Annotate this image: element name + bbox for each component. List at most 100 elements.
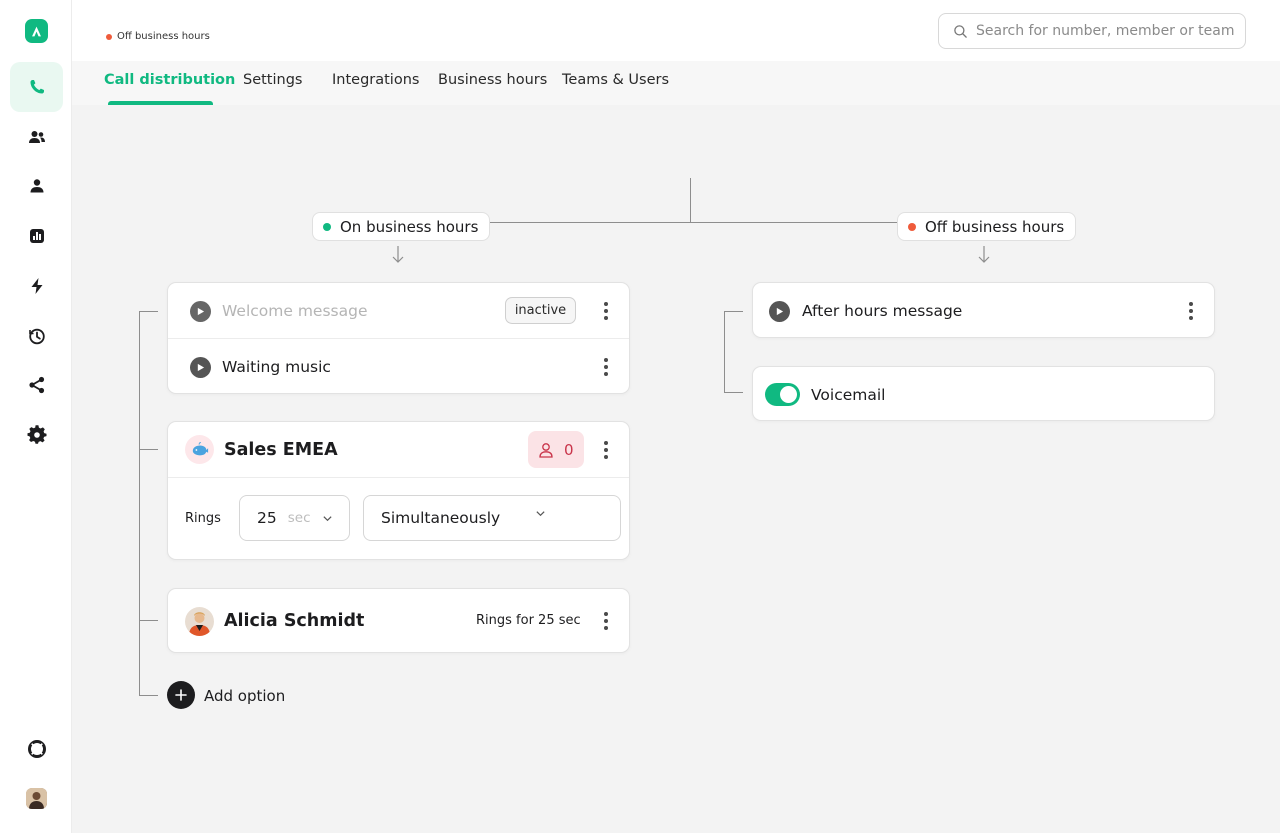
tabs-bar: Call distribution Settings Integrations … [72, 61, 1280, 105]
on-business-hours-pill: On business hours [312, 212, 491, 241]
app-logo[interactable] [25, 19, 48, 43]
sidebar-item-calls[interactable] [10, 62, 63, 112]
connector-branch [139, 311, 158, 312]
connector-branch [139, 449, 158, 450]
after-hours-row[interactable]: After hours message [753, 283, 1214, 339]
status-dot [908, 222, 916, 231]
logo-icon [32, 26, 41, 36]
off-business-hours-pill: Off business hours [897, 212, 1077, 241]
connector-split [483, 222, 899, 223]
user-icon [30, 179, 43, 193]
team-name: Sales EMEA [224, 439, 338, 460]
lightning-icon [31, 278, 42, 294]
connector-tree-right [724, 311, 725, 393]
ring-strategy-select[interactable]: Simultaneously [363, 495, 621, 541]
add-option-button[interactable] [167, 681, 195, 709]
member-count: 0 [564, 440, 574, 459]
user-outline-icon [539, 442, 553, 458]
phone-icon [30, 80, 44, 94]
messages-card: Welcome message inactive Waiting music [167, 282, 630, 394]
active-tab-indicator [108, 101, 213, 105]
sidebar-item-analytics[interactable] [10, 211, 63, 261]
more-options-icon[interactable] [1189, 302, 1193, 320]
header: Off business hours Search for number, me… [72, 0, 1280, 105]
tab-settings[interactable]: Settings [243, 72, 302, 88]
more-options-icon[interactable] [604, 612, 608, 630]
team-icon [28, 131, 45, 143]
ring-duration-value: 25 [257, 509, 277, 527]
search-placeholder: Search for number, member or team [976, 23, 1235, 39]
status-dot [106, 33, 112, 40]
status-dot [323, 222, 331, 231]
play-triangle-icon [197, 363, 205, 371]
status-badge: inactive [505, 297, 576, 324]
divider [168, 477, 629, 478]
team-card: Sales EMEA 0 Rings 25 sec Simultaneously [167, 421, 630, 560]
analytics-icon [29, 229, 44, 243]
more-options-icon[interactable] [604, 302, 608, 320]
connector-branch [724, 311, 743, 312]
connector-root [690, 178, 691, 223]
gear-icon [27, 425, 46, 444]
team-avatar [185, 435, 214, 464]
sidebar-item-settings[interactable] [10, 410, 63, 460]
member-photo [189, 611, 210, 636]
rings-label: Rings [185, 511, 221, 526]
status-text: Off business hours [117, 31, 210, 42]
connector-branch [139, 695, 158, 696]
sidebar-item-automations[interactable] [10, 261, 63, 311]
sidebar [0, 0, 72, 833]
after-hours-card: After hours message [752, 282, 1215, 338]
avatar-image [26, 788, 47, 809]
tab-integrations[interactable]: Integrations [332, 72, 419, 88]
whale-icon [192, 441, 208, 455]
more-options-icon[interactable] [604, 358, 608, 376]
sidebar-item-history[interactable] [10, 311, 63, 361]
sidebar-item-help[interactable] [10, 724, 63, 774]
ring-duration-select[interactable]: 25 sec [239, 495, 350, 541]
plus-icon [175, 689, 187, 701]
user-avatar[interactable] [26, 788, 47, 809]
sidebar-item-users[interactable] [10, 161, 63, 211]
connector-branch [724, 392, 743, 393]
chevron-down-icon [322, 515, 332, 521]
waiting-music-label: Waiting music [222, 358, 331, 376]
more-options-icon[interactable] [604, 441, 608, 459]
arrow-down-icon [392, 246, 404, 263]
member-ring-duration: Rings for 25 sec [476, 613, 581, 628]
ring-duration-unit: sec [287, 510, 311, 526]
sidebar-item-integrations[interactable] [10, 360, 63, 410]
member-count-badge[interactable]: 0 [528, 431, 584, 468]
business-hours-status: Off business hours [106, 31, 210, 42]
member-avatar [185, 606, 214, 636]
search-icon [954, 24, 967, 38]
play-triangle-icon [197, 307, 205, 315]
connector-branch [139, 620, 158, 621]
voicemail-toggle[interactable] [765, 383, 800, 406]
history-icon [28, 328, 45, 345]
pill-label: On business hours [340, 217, 479, 236]
search-input[interactable]: Search for number, member or team [938, 13, 1246, 49]
play-icon[interactable] [190, 356, 211, 378]
tab-business-hours[interactable]: Business hours [438, 72, 547, 88]
voicemail-card: Voicemail [752, 366, 1215, 421]
add-option-label[interactable]: Add option [204, 687, 285, 705]
share-icon [28, 376, 44, 394]
tab-teams-users[interactable]: Teams & Users [562, 72, 669, 88]
chevron-down-icon [536, 511, 545, 517]
sidebar-item-teams[interactable] [10, 112, 63, 162]
ring-strategy-value: Simultaneously [381, 509, 501, 527]
member-card[interactable]: Alicia Schmidt Rings for 25 sec [167, 588, 630, 653]
play-icon[interactable] [190, 300, 211, 322]
tab-call-distribution[interactable]: Call distribution [104, 72, 235, 88]
waiting-music-row[interactable]: Waiting music [168, 339, 629, 395]
connector-tree-left [139, 311, 140, 696]
voicemail-row: Voicemail [753, 367, 1214, 422]
arrow-down-icon [978, 246, 990, 263]
play-icon[interactable] [769, 300, 790, 322]
voicemail-label: Voicemail [811, 385, 886, 404]
pill-label: Off business hours [925, 217, 1065, 236]
play-triangle-icon [776, 307, 784, 315]
help-lifebuoy-icon [27, 740, 46, 758]
welcome-message-label: Welcome message [222, 302, 368, 320]
